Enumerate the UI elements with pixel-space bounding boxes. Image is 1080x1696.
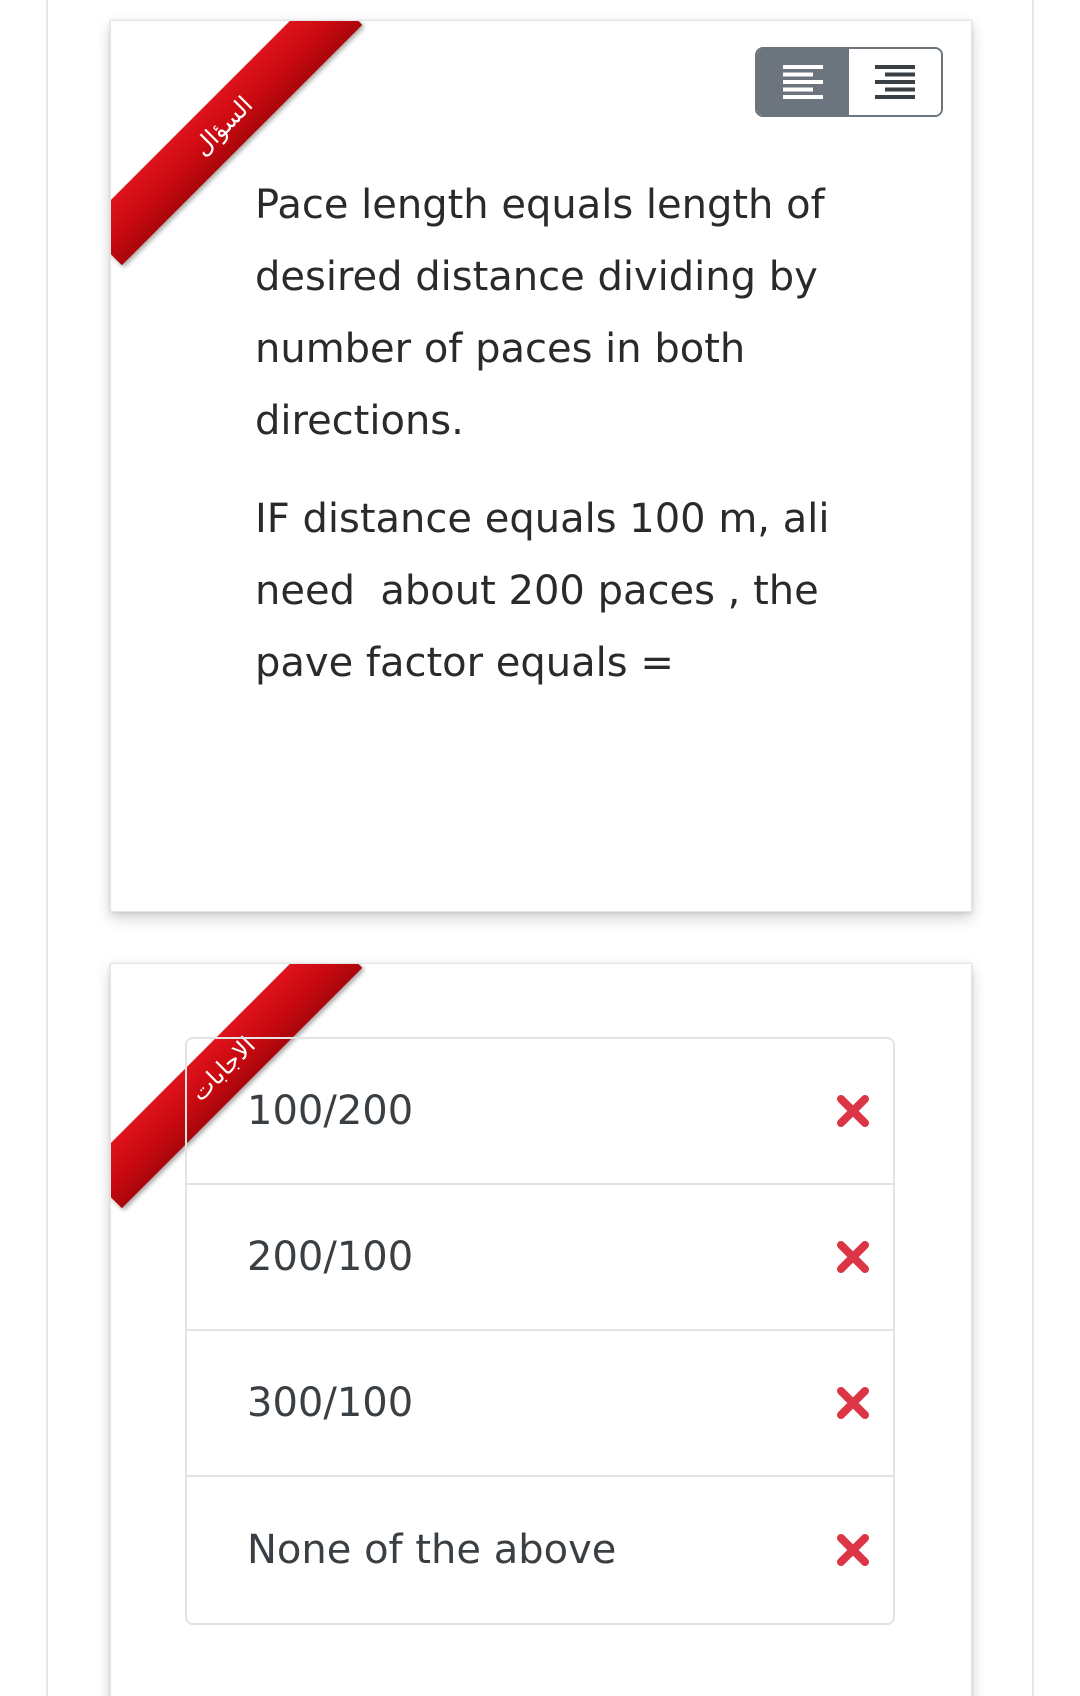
x-mark-icon [837,1095,869,1127]
x-mark-icon [837,1241,869,1273]
text-align-toggle [755,47,943,117]
question-card: السؤال Pace length equals length of desi… [110,20,972,912]
align-left-icon [783,65,823,99]
align-left-button[interactable] [757,49,849,115]
answer-label: None of the above [247,1527,617,1573]
answer-option[interactable]: None of the above [187,1477,893,1623]
answer-label: 100/200 [247,1088,414,1134]
answer-option[interactable]: 300/100 [187,1331,893,1477]
answers-card: الاجابات 100/200 200/100 300/100 None of… [110,963,972,1696]
question-paragraph: Pace length equals length of desired dis… [255,182,838,444]
answer-label: 300/100 [247,1380,414,1426]
page: السؤال Pace length equals length of desi… [0,0,1080,1696]
answer-label: 200/100 [247,1234,414,1280]
answers-list: 100/200 200/100 300/100 None of the abov… [185,1037,895,1625]
page-frame-left [46,0,48,1696]
question-paragraph: IF distance equals 100 m, ali need about… [255,496,843,686]
x-mark-icon [837,1534,869,1566]
page-frame-right [1032,0,1034,1696]
align-right-icon [875,65,915,99]
answer-option[interactable]: 200/100 [187,1185,893,1331]
question-text: Pace length equals length of desired dis… [255,169,855,725]
align-right-button[interactable] [849,49,941,115]
answer-option[interactable]: 100/200 [187,1039,893,1185]
x-mark-icon [837,1387,869,1419]
